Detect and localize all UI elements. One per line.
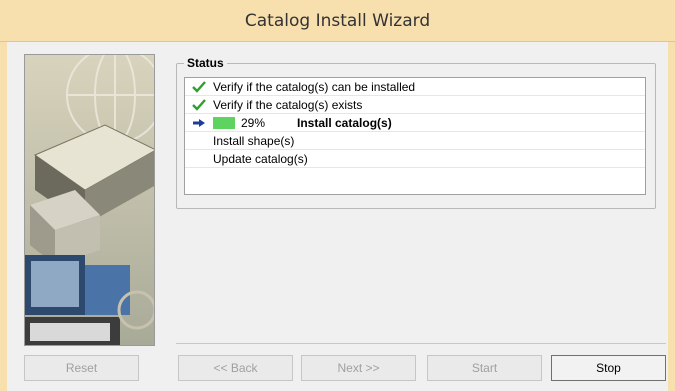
check-icon (185, 80, 213, 93)
step-label: Verify if the catalog(s) can be installe… (213, 79, 416, 94)
wizard-illustration (25, 55, 154, 345)
reset-button[interactable]: Reset (24, 355, 139, 381)
step-label: Install shape(s) (213, 133, 295, 148)
list-item: Verify if the catalog(s) exists (185, 96, 645, 114)
back-button[interactable]: << Back (178, 355, 293, 381)
title-bar: Catalog Install Wizard (0, 0, 675, 42)
list-item: Update catalog(s) (185, 150, 645, 168)
progress-bar (213, 116, 235, 129)
wizard-graphic (24, 54, 155, 346)
progress-percent: 29% (241, 115, 266, 130)
window-title: Catalog Install Wizard (244, 10, 431, 31)
list-item-empty (185, 168, 645, 186)
list-item-active: 29% Install catalog(s) (185, 114, 645, 132)
stop-button[interactable]: Stop (551, 355, 666, 381)
divider (176, 343, 666, 344)
next-button[interactable]: Next >> (301, 355, 416, 381)
status-list: Verify if the catalog(s) can be installe… (184, 77, 646, 195)
start-button[interactable]: Start (427, 355, 542, 381)
list-item: Verify if the catalog(s) can be installe… (185, 78, 645, 96)
step-label: Update catalog(s) (213, 151, 308, 166)
list-item: Install shape(s) (185, 132, 645, 150)
status-legend: Status (184, 56, 227, 70)
arrow-right-icon (185, 118, 213, 128)
step-label: Install catalog(s) (297, 115, 392, 130)
check-icon (185, 98, 213, 111)
step-label: Verify if the catalog(s) exists (213, 97, 363, 112)
